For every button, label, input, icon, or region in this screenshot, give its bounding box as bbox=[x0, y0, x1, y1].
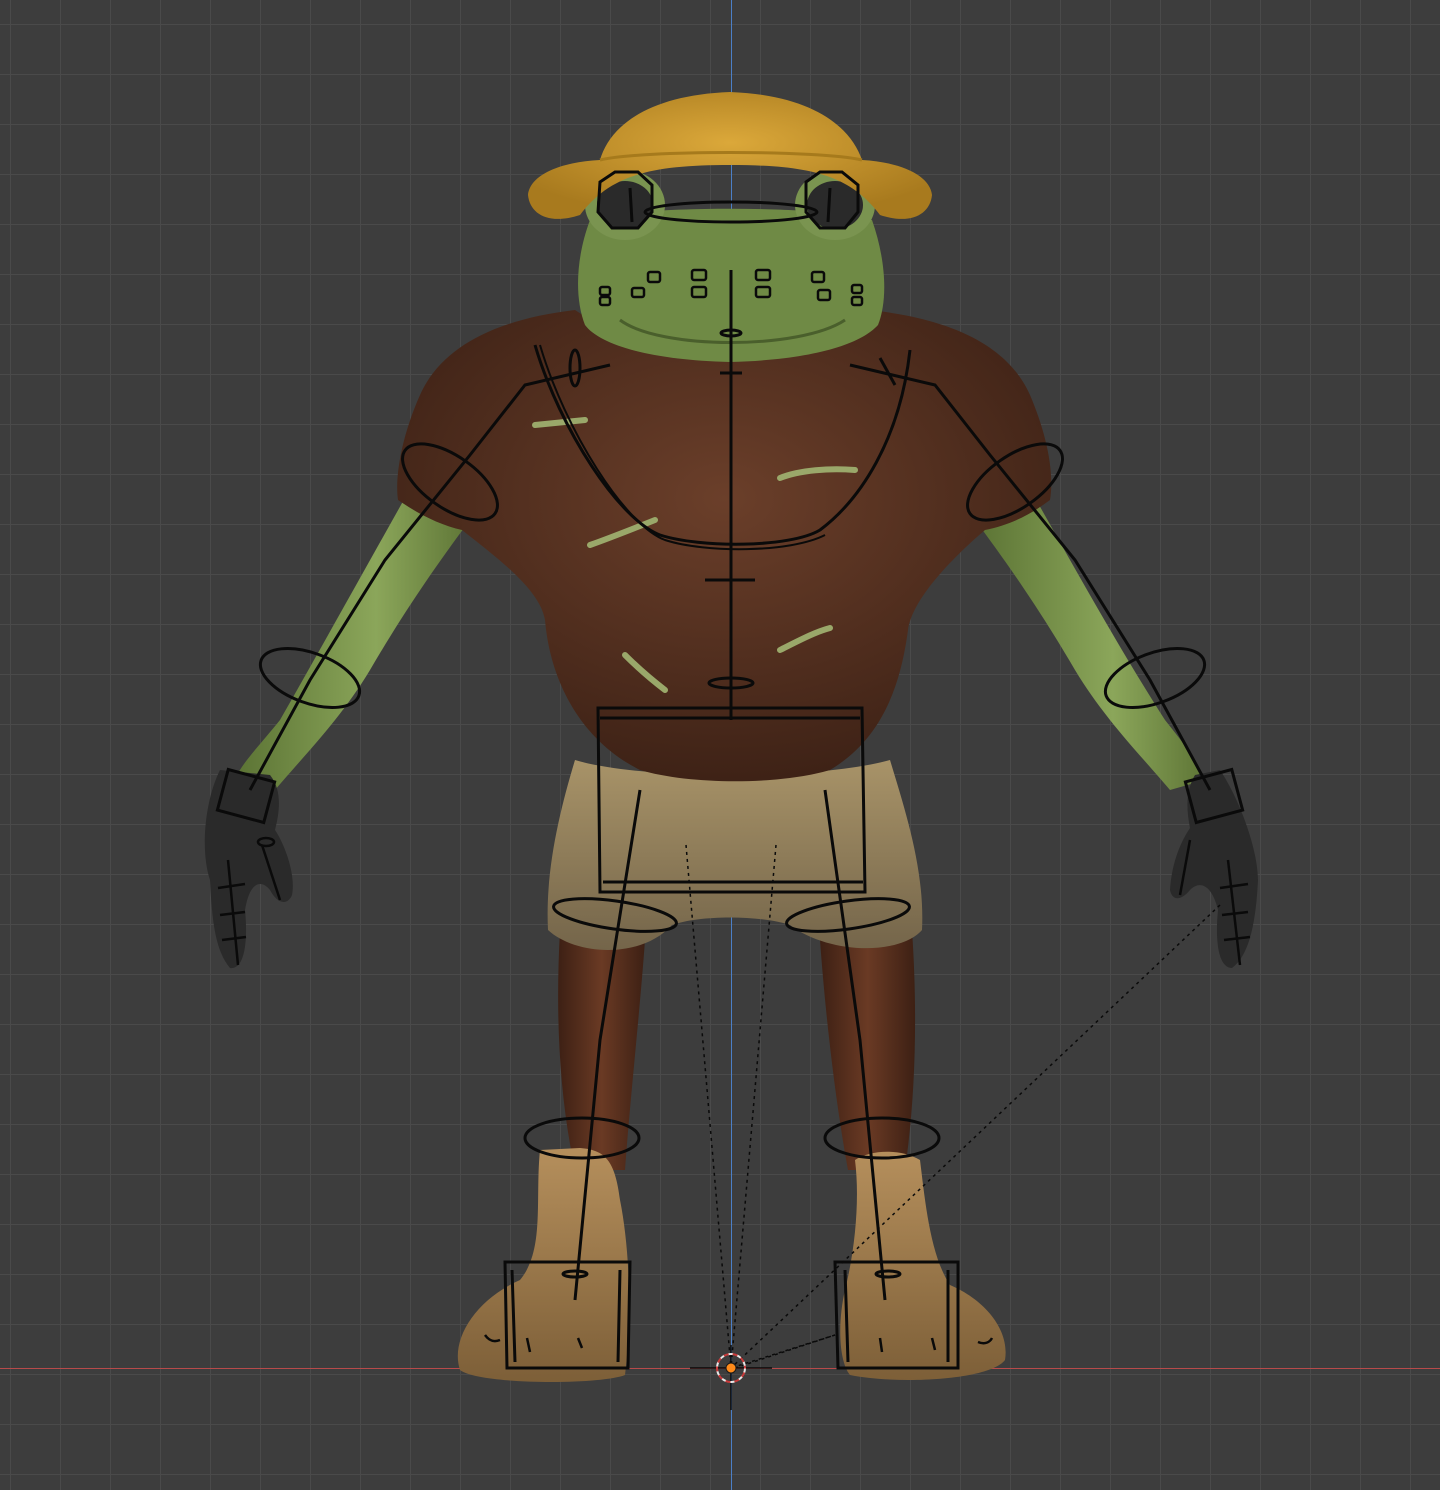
shirt-torso-mesh bbox=[397, 310, 1052, 782]
origin-point[interactable] bbox=[725, 1362, 737, 1374]
hat-mesh bbox=[528, 92, 932, 219]
shorts-mesh bbox=[547, 760, 923, 950]
3d-viewport[interactable] bbox=[0, 0, 1440, 1490]
scene-canvas[interactable] bbox=[0, 0, 1440, 1490]
world-origin-3d-cursor[interactable] bbox=[690, 1345, 772, 1410]
